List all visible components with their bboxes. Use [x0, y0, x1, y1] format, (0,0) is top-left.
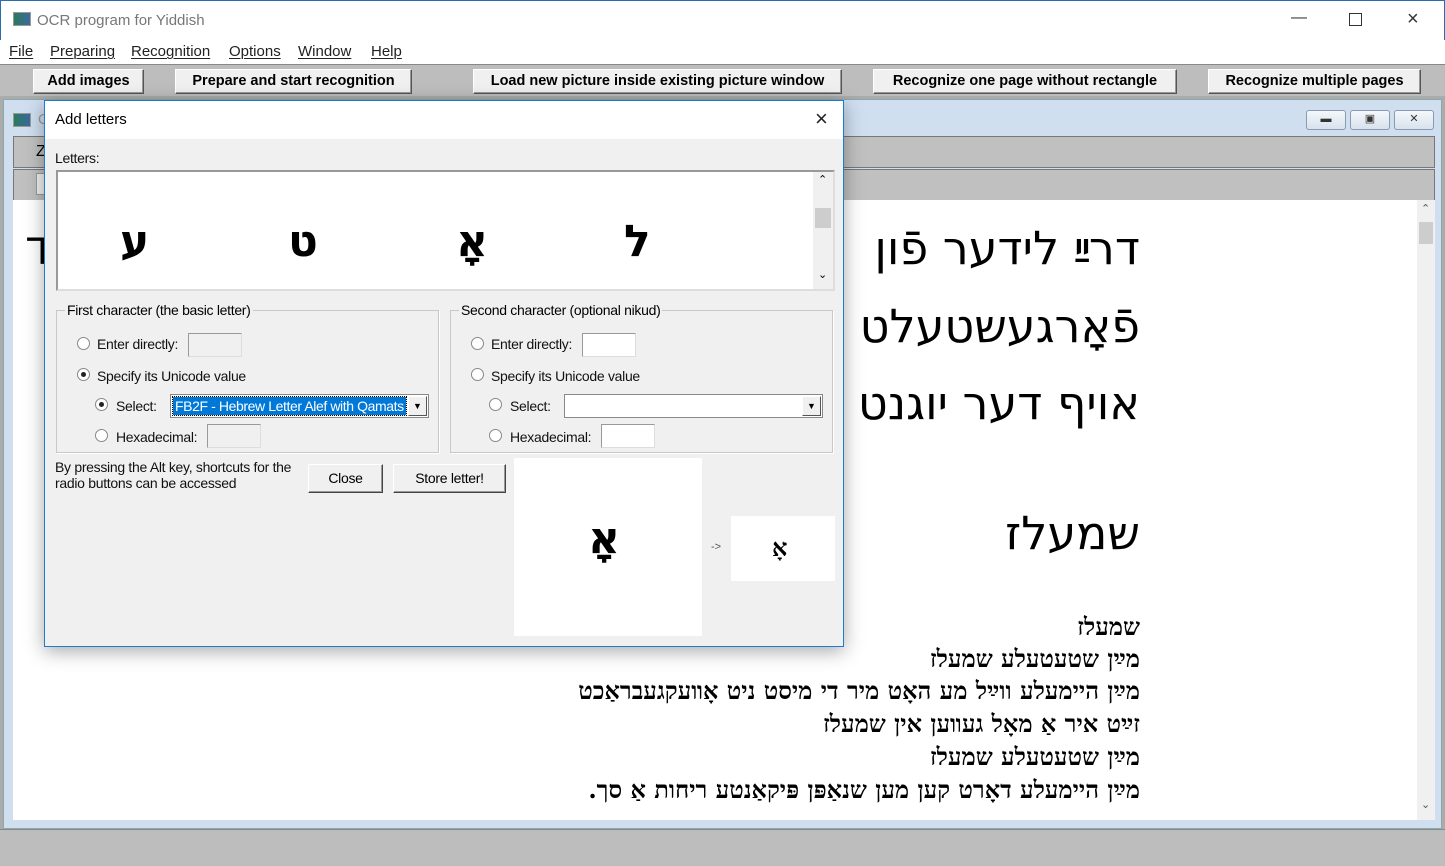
preview-glyph: אָ — [588, 513, 621, 564]
letter-item[interactable]: ט — [288, 216, 318, 267]
first-character-group: First character (the basic letter) Enter… — [56, 302, 439, 453]
load-picture-button[interactable]: Load new picture inside existing picture… — [473, 69, 842, 94]
unicode-select-value: FB2F - Hebrew Letter Alef with Qamats — [172, 396, 407, 416]
text-line: שמעלז — [1005, 506, 1140, 560]
scroll-down-icon[interactable]: ⌄ — [1421, 798, 1430, 811]
hexadecimal-radio-2[interactable] — [489, 429, 502, 442]
scroll-up-icon[interactable]: ⌃ — [1421, 202, 1430, 215]
text-line: מײַן היימעלע דאָרט קען מען שנאַפּן פּיקא… — [588, 775, 1140, 804]
specify-unicode-label-2: Specify its Unicode value — [491, 368, 640, 384]
menu-preparing[interactable]: Preparing — [50, 43, 115, 60]
dropdown-arrow-icon[interactable]: ▼ — [802, 396, 821, 416]
menu-window[interactable]: Window — [298, 43, 351, 60]
specify-unicode-label: Specify its Unicode value — [97, 368, 246, 384]
child-restore-button[interactable]: ▣ — [1350, 110, 1390, 130]
menu-options[interactable]: Options — [229, 43, 281, 60]
text-line: פֿאָרגעשטעלט — [859, 299, 1140, 353]
vertical-scrollbar[interactable]: ⌃ ⌄ — [1417, 200, 1435, 820]
unicode-select-2[interactable]: ▼ — [564, 394, 823, 418]
app-title-bar: OCR program for Yiddish — × — [0, 0, 1445, 40]
letter-item[interactable]: ע — [120, 216, 149, 267]
letter-item[interactable]: ל — [624, 216, 651, 267]
select-label: Select: — [116, 398, 157, 414]
text-line: מײַן היימעלע ווײַל מע האָט מיר די מיסט נ… — [578, 676, 1140, 705]
app-title: OCR program for Yiddish — [37, 12, 205, 29]
select-radio-2[interactable] — [489, 398, 502, 411]
alt-key-hint: By pressing the Alt key, shortcuts for t… — [55, 459, 292, 491]
prepare-recognition-button[interactable]: Prepare and start recognition — [175, 69, 412, 94]
picture-window-icon — [13, 113, 31, 127]
dropdown-arrow-icon[interactable]: ▼ — [408, 396, 427, 416]
recognize-one-page-button[interactable]: Recognize one page without rectangle — [873, 69, 1177, 94]
add-letters-dialog: Add letters × Letters: ע ט אָ ל ⌃ ⌄ Firs… — [44, 100, 844, 647]
specify-unicode-radio-2[interactable] — [471, 368, 484, 381]
second-character-group: Second character (optional nikud) Enter … — [450, 302, 833, 453]
menu-help[interactable]: Help — [371, 43, 402, 60]
first-group-title: First character (the basic letter) — [65, 302, 253, 318]
enter-directly-radio[interactable] — [77, 337, 90, 350]
child-close-button[interactable]: ✕ — [1394, 110, 1434, 130]
menu-file[interactable]: File — [9, 43, 33, 60]
text-line: אויף דער יוגנט — [857, 376, 1140, 430]
menu-recognition[interactable]: Recognition — [131, 43, 210, 60]
letters-scrollbar[interactable]: ⌃ ⌄ — [813, 172, 833, 289]
maximize-button[interactable] — [1349, 13, 1362, 26]
hexadecimal-input[interactable] — [207, 424, 261, 448]
letters-list[interactable]: ע ט אָ ל ⌃ ⌄ — [56, 170, 835, 291]
scroll-thumb[interactable] — [1419, 222, 1433, 244]
scroll-thumb[interactable] — [815, 208, 831, 228]
dialog-title-bar: Add letters × — [45, 101, 843, 139]
text-line: מײַן שטעטעלע שמעלז — [929, 644, 1140, 673]
enter-directly-label-2: Enter directly: — [491, 336, 573, 352]
app-icon — [13, 12, 31, 26]
dialog-title: Add letters — [55, 111, 127, 128]
minimize-button[interactable]: — — [1291, 9, 1307, 27]
scroll-up-icon[interactable]: ⌃ — [818, 173, 827, 186]
toolbar: Add images Prepare and start recognition… — [0, 64, 1445, 96]
result-preview: אָ — [731, 516, 835, 581]
hexadecimal-label: Hexadecimal: — [116, 429, 198, 445]
enter-directly-input[interactable] — [188, 333, 242, 357]
child-minimize-button[interactable]: ▬ — [1306, 110, 1346, 130]
scroll-down-icon[interactable]: ⌄ — [818, 268, 827, 281]
text-line: מײַן שטעטעלע שמעלז — [929, 742, 1140, 771]
recognize-multiple-pages-button[interactable]: Recognize multiple pages — [1208, 69, 1421, 94]
add-images-button[interactable]: Add images — [33, 69, 144, 94]
text-line: שמעלז — [1077, 612, 1140, 641]
hexadecimal-input-2[interactable] — [601, 424, 655, 448]
second-group-title: Second character (optional nikud) — [459, 302, 663, 318]
text-line: זײַט איר אַ מאָל געװען אין שמעלז — [823, 709, 1140, 738]
dialog-close-icon[interactable]: × — [815, 106, 828, 132]
text-line: דרײַ לידער פֿון — [874, 221, 1140, 275]
select-label-2: Select: — [510, 398, 551, 414]
close-button[interactable]: × — [1407, 8, 1419, 31]
close-dialog-button[interactable]: Close — [308, 464, 383, 493]
letter-preview: אָ — [514, 458, 702, 636]
enter-directly-radio-2[interactable] — [471, 337, 484, 350]
hexadecimal-radio[interactable] — [95, 429, 108, 442]
store-letter-button[interactable]: Store letter! — [393, 464, 506, 493]
status-bar — [0, 829, 1445, 866]
enter-directly-input-2[interactable] — [582, 333, 636, 357]
menu-bar: File Preparing Recognition Options Windo… — [0, 40, 1445, 64]
enter-directly-label: Enter directly: — [97, 336, 179, 352]
letter-item[interactable]: אָ — [456, 216, 488, 267]
result-glyph: אָ — [772, 533, 788, 562]
select-radio[interactable] — [95, 398, 108, 411]
unicode-select[interactable]: FB2F - Hebrew Letter Alef with Qamats ▼ — [170, 394, 429, 418]
specify-unicode-radio[interactable] — [77, 368, 90, 381]
arrow-label: -> — [711, 541, 722, 553]
hexadecimal-label-2: Hexadecimal: — [510, 429, 592, 445]
letters-label: Letters: — [55, 150, 100, 166]
